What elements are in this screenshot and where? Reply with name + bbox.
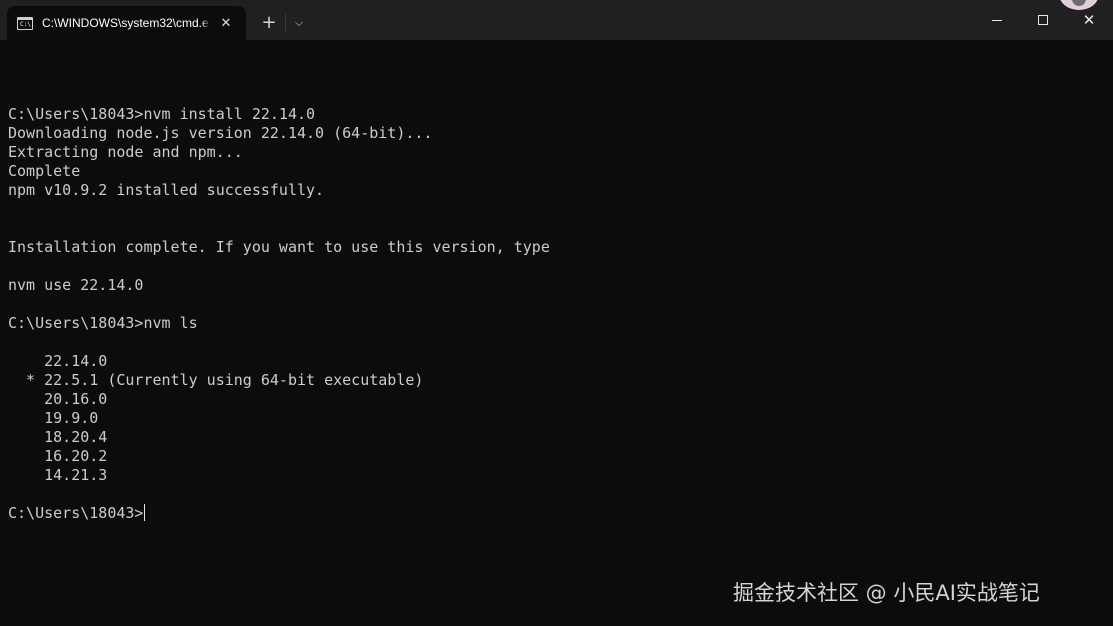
- terminal-line: nvm use 22.14.0: [8, 276, 144, 294]
- close-icon[interactable]: ✕: [216, 14, 236, 34]
- terminal-line: 20.16.0: [8, 390, 108, 408]
- terminal-line: 22.14.0: [8, 352, 108, 370]
- tab-cmd[interactable]: C:\ C:\WINDOWS\system32\cmd.exe ✕: [7, 6, 246, 40]
- terminal-line: 19.9.0: [8, 409, 99, 427]
- prompt-text: C:\Users\18043>: [8, 504, 144, 522]
- terminal-line: 16.20.2: [8, 447, 108, 465]
- terminal-window: C:\ C:\WINDOWS\system32\cmd.exe ✕ + ⌵ ✕ …: [0, 0, 1113, 626]
- terminal-line: 18.20.4: [8, 428, 108, 446]
- title-bar[interactable]: C:\ C:\WINDOWS\system32\cmd.exe ✕ + ⌵ ✕: [0, 0, 1113, 40]
- close-icon: ✕: [1082, 11, 1096, 29]
- cmd-icon: C:\: [17, 17, 33, 30]
- maximize-button[interactable]: [1020, 0, 1066, 40]
- terminal-line: Complete: [8, 162, 81, 180]
- terminal-line: * 22.5.1 (Currently using 64-bit executa…: [8, 371, 424, 389]
- prompt-line: C:\Users\18043>: [8, 504, 1108, 523]
- watermark: 掘金技术社区 @ 小民AI实战笔记: [733, 581, 1040, 605]
- tab-divider: [285, 14, 286, 32]
- terminal-line: Downloading node.js version 22.14.0 (64-…: [8, 124, 433, 142]
- terminal-line: 14.21.3: [8, 466, 108, 484]
- terminal-line: C:\Users\18043>nvm ls: [8, 314, 198, 332]
- terminal-line: C:\Users\18043>nvm install 22.14.0: [8, 105, 316, 123]
- text-cursor: [144, 504, 146, 521]
- terminal-line: npm v10.9.2 installed successfully.: [8, 181, 325, 199]
- terminal-line: Installation complete. If you want to us…: [8, 238, 550, 256]
- plus-icon[interactable]: +: [255, 10, 283, 36]
- cmd-icon-label: C:\: [20, 21, 31, 28]
- tab-title: C:\WINDOWS\system32\cmd.exe: [42, 16, 210, 30]
- minimize-button[interactable]: [974, 0, 1020, 40]
- minimize-icon: [992, 20, 1002, 21]
- chevron-down-icon[interactable]: ⌵: [287, 10, 311, 36]
- maximize-icon: [1038, 15, 1048, 25]
- terminal-output[interactable]: C:\Users\18043>nvm install 22.14.0 Downlo…: [8, 67, 1108, 607]
- terminal-line: Extracting node and npm...: [8, 143, 243, 161]
